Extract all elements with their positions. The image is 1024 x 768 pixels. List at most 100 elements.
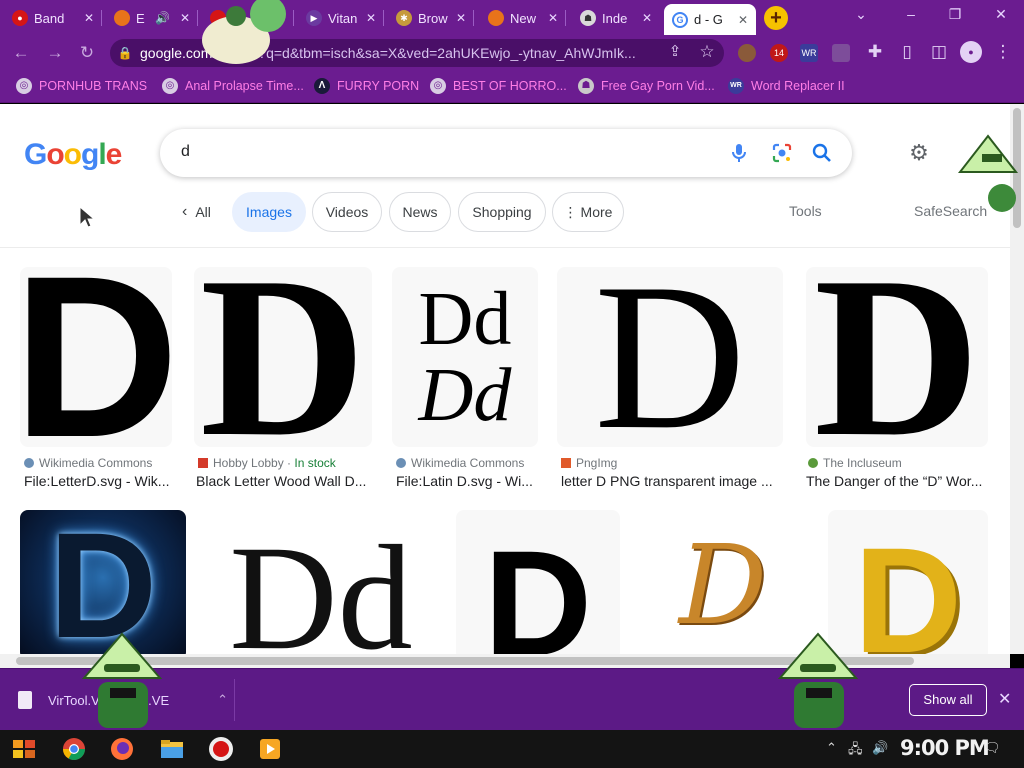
tab-more[interactable]: ⋮ More [552,192,624,232]
result-title[interactable]: Black Letter Wood Wall D... [196,473,370,489]
back-icon[interactable]: ← [10,43,32,63]
tab-google-active[interactable]: G d - G ✕ [664,4,756,35]
gear-icon: ✱ [396,10,412,26]
gear-icon[interactable]: ⚙ [906,140,932,166]
mascot-overlay [958,134,1019,212]
minimize-button[interactable]: – [896,6,926,22]
chevron-up-icon[interactable]: ⌃ [217,692,228,708]
result-thumbnail[interactable]: Dd Dd [392,267,538,447]
image-result[interactable]: D PngImg letter D PNG transparent image … [557,267,783,497]
result-thumbnail[interactable]: D [806,267,988,447]
bookmark-item[interactable]: WR Word Replacer II [728,78,845,94]
close-icon[interactable]: ✕ [642,11,652,25]
bookmark-item[interactable]: ◎ PORNHUB TRANS [16,78,147,94]
result-thumbnail[interactable]: D [456,510,620,654]
tab-title: d - G [694,12,723,27]
result-thumbnail[interactable]: Dd [206,510,436,654]
chevron-up-icon[interactable]: ⌃ [826,740,837,756]
wikimedia-icon [396,458,406,468]
taskbar-clock[interactable]: 9:00 PM [900,736,990,760]
tab-news[interactable]: News [389,192,451,232]
extension-icon[interactable] [832,44,850,62]
result-thumbnail[interactable]: D [20,267,172,447]
bookmark-item[interactable]: ☗ Free Gay Porn Vid... [578,78,715,94]
result-title[interactable]: letter D PNG transparent image ... [561,473,779,489]
tab-videos[interactable]: Videos [312,192,382,232]
profile-extension-icon[interactable] [738,44,756,62]
notification-icon[interactable]: 🗨 [984,740,1001,756]
tab-band[interactable]: ● Band ✕ [4,4,102,32]
chrome-icon[interactable] [58,734,90,764]
maximize-button[interactable]: ❐ [940,6,970,23]
window-close-button[interactable]: ✕ [986,6,1016,23]
image-result[interactable]: D [456,510,620,654]
tab-title: E [136,10,145,26]
speaker-icon[interactable]: 🔊 [155,11,170,25]
result-title[interactable]: The Danger of the “D” Wor... [806,473,986,489]
recorder-icon[interactable] [205,734,237,764]
ublock-extension-icon[interactable]: 14 [770,44,788,62]
tab-vitan[interactable]: ▶ Vitan ✕ [298,4,384,32]
close-icon[interactable]: ✕ [456,11,466,25]
result-title[interactable]: File:LetterD.svg - Wik... [24,473,172,489]
wr-extension-icon[interactable]: WR [800,44,818,62]
a-logo-icon: Λ [314,78,330,94]
site-icon: ☗ [580,10,596,26]
tab-images[interactable]: Images [232,192,306,232]
image-result[interactable]: Dd Dd Wikimedia Commons File:Latin D.svg… [392,267,538,497]
close-icon[interactable]: ✕ [738,13,748,27]
tab-brow[interactable]: ✱ Brow ✕ [388,4,474,32]
browser-toolbar: ← → ↻ 🔒 google.com/search?q=d&tbm=isch&s… [0,35,1024,71]
profile-avatar-icon[interactable]: ● [960,41,982,63]
close-icon[interactable]: ✕ [366,11,376,25]
google-g-icon: G [672,11,688,28]
firefox-icon[interactable] [106,734,138,764]
new-tab-button[interactable]: + [764,6,788,30]
share-icon[interactable]: ⇪ [664,42,686,60]
result-title[interactable]: File:Latin D.svg - Wi... [396,473,536,489]
search-icon[interactable] [810,141,834,165]
search-box[interactable]: d [160,129,852,177]
close-icon[interactable]: ✕ [180,11,190,25]
microphone-icon[interactable] [727,141,751,165]
result-thumbnail[interactable]: D [557,267,783,447]
side-panel-icon[interactable]: ◫ [928,42,950,62]
close-icon[interactable]: ✕ [998,689,1011,709]
start-icon[interactable] [8,734,40,764]
media-player-icon[interactable] [254,734,286,764]
tab-new[interactable]: New ✕ [480,4,566,32]
puzzle-icon[interactable]: ✚ [864,42,886,62]
close-icon[interactable]: ✕ [84,11,94,25]
forward-icon[interactable]: → [44,43,66,63]
incluseum-icon [808,458,818,468]
image-result[interactable]: D The Incluseum The Danger of the “D” Wo… [806,267,988,497]
result-thumbnail[interactable]: D [194,267,372,447]
menu-kebab-icon[interactable]: ⋮ [992,42,1014,62]
reload-icon[interactable]: ↻ [76,43,98,63]
image-result[interactable]: D Hobby Lobby · In stock Black Letter Wo… [194,267,372,497]
globe-icon: ◎ [430,78,446,94]
bookmark-star-icon[interactable]: ☆ [696,42,718,62]
result-source: Hobby Lobby · In stock [198,456,336,470]
volume-icon[interactable]: 🔊 [872,740,888,756]
lens-icon[interactable] [770,141,794,165]
show-all-button[interactable]: Show all [909,684,987,716]
tab-shopping[interactable]: Shopping [458,192,546,232]
tab-search-icon[interactable]: ⌄ [846,6,876,23]
image-result[interactable]: D Wikimedia Commons File:LetterD.svg - W… [20,267,172,497]
tools-button[interactable]: Tools [789,203,822,219]
google-logo[interactable]: Google [24,138,122,172]
reading-list-icon[interactable]: ▯ [896,42,918,62]
network-icon[interactable]: 🖧 [848,740,863,762]
search-input[interactable]: d [181,143,190,161]
close-icon[interactable]: ✕ [548,11,558,25]
wr-icon: WR [728,78,744,94]
tab-all[interactable]: ‹ All [170,192,223,232]
tab-e[interactable]: E 🔊 ✕ [106,4,198,32]
bookmark-item[interactable]: Λ FURRY PORN [314,78,419,94]
file-explorer-icon[interactable] [156,734,188,764]
bookmark-item[interactable]: ◎ Anal Prolapse Time... [162,78,304,94]
image-result[interactable]: Dd [206,510,436,654]
bookmark-item[interactable]: ◎ BEST OF HORRO... [430,78,567,94]
tab-inde[interactable]: ☗ Inde ✕ [572,4,660,32]
